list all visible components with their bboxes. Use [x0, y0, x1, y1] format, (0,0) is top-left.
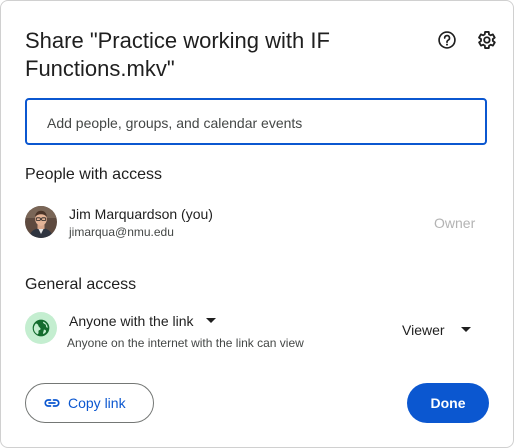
owner-role-label: Owner	[434, 215, 476, 231]
settings-button[interactable]	[474, 28, 498, 52]
person-name: Jim Marquardson (you)	[69, 206, 213, 222]
avatar	[25, 206, 57, 238]
people-with-access-heading: People with access	[25, 166, 162, 183]
globe-icon-badge	[25, 312, 57, 344]
globe-icon	[32, 319, 50, 337]
copy-link-button[interactable]: Copy link	[25, 383, 154, 423]
help-button[interactable]	[435, 28, 459, 52]
general-access-value: Anyone with the link	[69, 313, 194, 329]
general-access-description: Anyone on the internet with the link can…	[67, 336, 304, 350]
caret-down-icon	[460, 327, 471, 332]
add-people-input[interactable]	[45, 100, 469, 145]
help-circle-icon	[438, 31, 456, 49]
share-dialog: Share "Practice working with IF Function…	[0, 0, 514, 448]
link-icon	[43, 394, 61, 412]
dialog-title: Share "Practice working with IF Function…	[25, 28, 330, 81]
done-button[interactable]: Done	[407, 383, 489, 423]
role-dropdown[interactable]: Viewer	[402, 320, 471, 340]
role-value: Viewer	[402, 322, 445, 338]
person-email: jimarqua@nmu.edu	[69, 225, 174, 239]
gear-icon	[478, 31, 496, 49]
general-access-heading: General access	[25, 276, 137, 293]
copy-link-label: Copy link	[68, 395, 126, 411]
add-people-field[interactable]	[25, 98, 487, 145]
caret-down-icon	[205, 318, 216, 323]
general-access-dropdown[interactable]: Anyone with the link	[69, 311, 216, 331]
